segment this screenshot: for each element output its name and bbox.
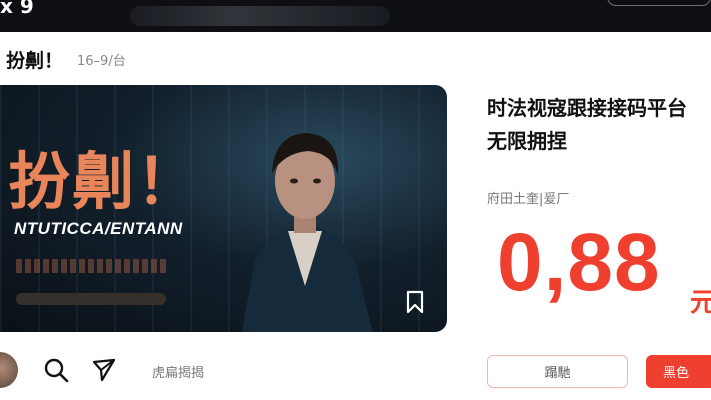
poster-title-art: 扮劓！ [8, 145, 201, 218]
drama-poster[interactable]: 扮劓！ NTUTICCA/ENTANN [0, 85, 447, 332]
top-bar: x 9 [0, 0, 711, 32]
back-button[interactable]: x 9 [0, 0, 52, 18]
poster-fine-print [16, 259, 166, 273]
product-title-line1: 时法视寇跟接接码平台 [487, 96, 687, 120]
send-icon[interactable] [90, 356, 118, 384]
poster-actor-figure [241, 133, 373, 332]
header-background-image [130, 6, 390, 26]
header-pill-button[interactable] [607, 0, 711, 6]
product-info: 时法视寇跟接接码平台 无限拥捏 府田土奎|爰厂 [487, 92, 711, 207]
product-meta: 府田土奎|爰厂 [487, 192, 570, 207]
episode-info: 16–9/台 [77, 53, 126, 69]
drama-title-row: 扮劓！ 16–9/台 [6, 46, 126, 72]
price-value: 0,88 [497, 217, 661, 308]
poster-prop [16, 293, 166, 305]
secondary-button[interactable]: 蹋馳 [487, 355, 628, 388]
bottom-action-bar: 虎扁揭揭 蹋馳 黑色 [0, 352, 711, 400]
search-placeholder[interactable]: 虎扁揭揭 [152, 362, 204, 381]
product-title-line2: 无限拥捏 [487, 129, 567, 153]
poster-subtitle-art: NTUTICCA/ENTANN [14, 219, 183, 238]
bookmark-icon[interactable] [403, 290, 427, 314]
drama-title: 扮劓！ [6, 49, 64, 72]
price-unit: 元 [690, 288, 711, 318]
search-icon[interactable] [42, 356, 70, 384]
avatar[interactable] [0, 352, 18, 388]
page-content: 扮劓！ 16–9/台 扮劓！ NTUTICCA/ENTANN 时法视寇跟接接码平… [0, 32, 711, 400]
primary-button[interactable]: 黑色 [646, 355, 711, 388]
